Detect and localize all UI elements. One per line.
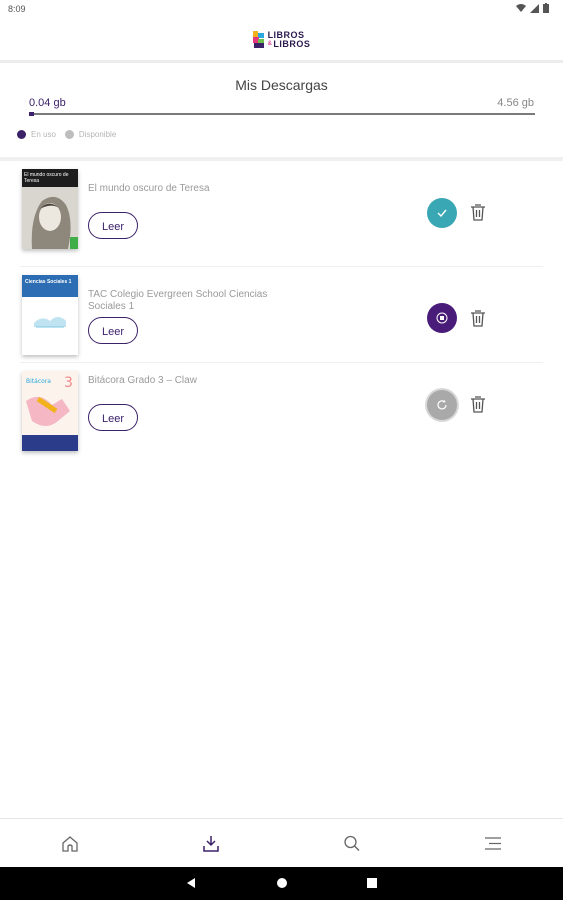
- refresh-icon: [437, 399, 447, 410]
- nav-home[interactable]: [58, 832, 82, 854]
- logo-text: LIBROS & LIBROS: [267, 30, 311, 49]
- used-storage: 0.04 gb: [29, 97, 66, 109]
- book-title[interactable]: El mundo oscuro de Teresa: [88, 183, 298, 195]
- signal-icon: [530, 3, 539, 13]
- storage-legend: En uso Disponible: [17, 130, 125, 139]
- trash-icon[interactable]: [469, 395, 487, 413]
- cover-illustration: [22, 297, 78, 355]
- storage-bar-fill: [29, 112, 34, 116]
- list-item: El mundo oscuro de Teresa El mundo oscur…: [20, 161, 543, 267]
- logo-mark-icon: [252, 31, 265, 49]
- download-icon: [203, 835, 219, 852]
- downloaded-status[interactable]: [427, 198, 457, 228]
- nav-menu[interactable]: [481, 832, 505, 854]
- back-icon[interactable]: [185, 877, 197, 889]
- list-item: Bitácora 3 Bitácora Grado 3 – Claw Leer: [20, 363, 543, 458]
- total-storage: 4.56 gb: [497, 97, 534, 109]
- menu-icon: [485, 836, 501, 850]
- app-header: LIBROS & LIBROS: [0, 20, 563, 60]
- legend-dot: [17, 130, 26, 139]
- system-nav-bar: [0, 867, 563, 900]
- page-title: Mis Descargas: [235, 77, 328, 93]
- legend-item-used: En uso: [17, 130, 56, 139]
- cancel-download-icon: [436, 312, 448, 324]
- book-cover[interactable]: El mundo oscuro de Teresa: [22, 169, 78, 249]
- status-bar: 8:09: [0, 0, 563, 20]
- downloads-panel: Mis Descargas 0.04 gb 4.56 gb En uso Dis…: [0, 63, 563, 157]
- battery-icon: [543, 3, 549, 13]
- nav-search[interactable]: [340, 832, 364, 854]
- status-icons: [516, 3, 549, 13]
- book-list: El mundo oscuro de Teresa El mundo oscur…: [0, 161, 563, 458]
- book-cover[interactable]: Ciencias Sociales 1: [22, 275, 78, 355]
- cover-title: Bitácora: [26, 378, 51, 385]
- storage-bar: [29, 112, 535, 116]
- bottom-nav: [0, 818, 563, 868]
- trash-icon[interactable]: [469, 309, 487, 327]
- book-title[interactable]: TAC Colegio Evergreen School Ciencias So…: [88, 289, 298, 313]
- downloading-status[interactable]: [427, 303, 457, 333]
- read-button[interactable]: Leer: [88, 317, 138, 344]
- list-item: Ciencias Sociales 1 TAC Colegio Evergree…: [20, 267, 543, 363]
- read-button[interactable]: Leer: [88, 404, 138, 431]
- trash-icon[interactable]: [469, 203, 487, 221]
- legend-dot: [64, 130, 74, 139]
- read-button[interactable]: Leer: [88, 212, 138, 239]
- book-title[interactable]: Bitácora Grado 3 – Claw: [88, 375, 298, 387]
- cover-illustration: [22, 187, 78, 249]
- check-icon: [437, 209, 447, 217]
- cover-title: Ciencias Sociales 1: [22, 275, 78, 297]
- home-icon: [62, 835, 78, 852]
- svg-text:3: 3: [64, 375, 73, 391]
- libros-logo[interactable]: LIBROS & LIBROS: [252, 30, 311, 49]
- wifi-icon: [516, 3, 526, 12]
- nav-downloads[interactable]: [199, 832, 223, 854]
- book-cover[interactable]: Bitácora 3: [22, 371, 78, 451]
- legend-item-available: Disponible: [64, 130, 116, 139]
- cover-illustration: Bitácora 3: [22, 371, 78, 451]
- status-time: 8:09: [8, 4, 26, 14]
- home-circle-icon[interactable]: [276, 877, 288, 889]
- search-icon: [344, 835, 360, 851]
- recents-icon[interactable]: [366, 877, 378, 889]
- cover-title: El mundo oscuro de Teresa: [22, 169, 78, 187]
- retry-status[interactable]: [427, 390, 457, 420]
